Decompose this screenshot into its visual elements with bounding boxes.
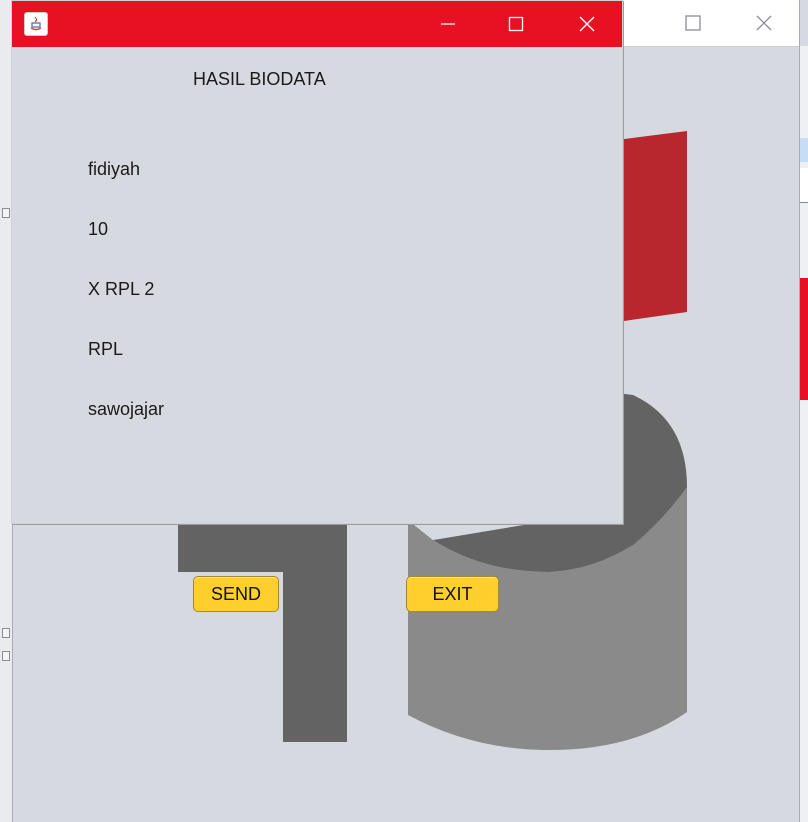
maximize-icon[interactable] (493, 1, 539, 47)
dialog-heading: HASIL BIODATA (193, 69, 326, 89)
tree-toggle-icon[interactable] (2, 628, 10, 638)
exit-button[interactable]: EXIT (406, 576, 499, 612)
major-value: RPL (88, 339, 124, 359)
java-app-icon (24, 12, 48, 36)
tree-toggle-icon[interactable] (2, 651, 10, 661)
tree-toggle-icon[interactable] (2, 208, 10, 218)
dialog-content: HASIL BIODATA fidiyah 10 X RPL 2 RPL saw… (12, 47, 622, 523)
number-value: 10 (88, 219, 109, 239)
send-button[interactable]: SEND (193, 576, 279, 612)
class-value: X RPL 2 (88, 279, 155, 299)
address-value: sawojajar (88, 399, 165, 419)
dialog-title-bar[interactable] (12, 1, 622, 47)
close-icon[interactable] (564, 1, 610, 47)
biodata-dialog: HASIL BIODATA fidiyah 10 X RPL 2 RPL saw… (11, 0, 623, 524)
name-value: fidiyah (88, 159, 141, 179)
minimize-icon[interactable] (425, 1, 471, 47)
